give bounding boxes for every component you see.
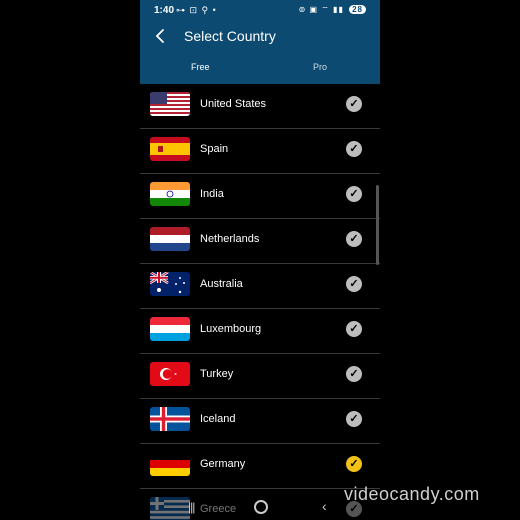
tab-pro[interactable]: Pro — [313, 62, 327, 72]
country-name: Spain — [200, 143, 229, 155]
status-time: 1:40 — [154, 5, 175, 16]
germany-flag-icon — [150, 452, 190, 476]
turkey-flag-icon — [150, 362, 190, 386]
country-row[interactable]: India ✓ — [140, 174, 380, 219]
country-row[interactable]: Germany ✓ — [140, 444, 380, 489]
check-circle-icon: ✓ — [346, 186, 362, 202]
tab-free[interactable]: Free — [191, 62, 210, 72]
iceland-flag-icon — [150, 407, 190, 431]
check-circle-icon: ✓ — [346, 141, 362, 157]
country-name: India — [200, 188, 224, 200]
status-bar: 1:40 ⊶ ⊡ ⚲ • ⊚ ▣ ⌔ ▮▮ 28 — [140, 0, 380, 22]
country-name: Australia — [200, 278, 243, 290]
country-row[interactable]: Turkey ✓ — [140, 354, 380, 399]
country-name: Germany — [200, 458, 246, 470]
scrollbar[interactable] — [376, 185, 379, 265]
country-row[interactable]: Iceland ✓ — [140, 399, 380, 444]
page-title: Select Country — [184, 28, 276, 44]
app-bar: 1:40 ⊶ ⊡ ⚲ • ⊚ ▣ ⌔ ▮▮ 28 Select Country … — [140, 0, 380, 84]
country-name: Luxembourg — [200, 323, 262, 335]
country-name: Netherlands — [200, 233, 260, 245]
check-circle-icon: ✓ — [346, 231, 362, 247]
country-name: United States — [200, 98, 267, 110]
country-list: United States ✓ Spain ✓ India ✓ Netherla… — [140, 84, 380, 520]
spain-flag-icon — [150, 137, 190, 161]
india-flag-icon — [150, 182, 190, 206]
home-icon[interactable] — [254, 500, 268, 514]
check-circle-icon: ✓ — [346, 366, 362, 382]
watermark: videocandy.com — [344, 484, 480, 504]
country-row[interactable]: Luxembourg ✓ — [140, 309, 380, 354]
netherlands-flag-icon — [150, 227, 190, 251]
nav-back-icon[interactable]: ‹ — [322, 498, 327, 514]
notification-icons: ⊶ ⊡ ⚲ • — [176, 5, 217, 15]
battery-badge: 28 — [349, 5, 366, 14]
phone-screen: 1:40 ⊶ ⊡ ⚲ • ⊚ ▣ ⌔ ▮▮ 28 Select Country … — [140, 0, 380, 520]
check-circle-icon: ✓ — [346, 96, 362, 112]
system-icons: ⊚ ▣ ⌔ ▮▮ 28 — [299, 5, 366, 15]
country-row[interactable]: Australia ✓ — [140, 264, 380, 309]
recent-apps-icon[interactable]: ||| — [188, 500, 195, 514]
check-circle-icon: ✓ — [346, 321, 362, 337]
luxembourg-flag-icon — [150, 317, 190, 341]
check-circle-icon: ✓ — [346, 411, 362, 427]
country-row[interactable]: Spain ✓ — [140, 129, 380, 174]
check-circle-icon: ✓ — [346, 276, 362, 292]
signal-icons: ⊚ ▣ ⌔ ▮▮ — [298, 5, 344, 14]
selected-check-icon: ✓ — [346, 456, 362, 472]
country-row[interactable]: Netherlands ✓ — [140, 219, 380, 264]
country-name: Iceland — [200, 413, 236, 425]
australia-flag-icon — [150, 272, 190, 296]
us-flag-icon — [150, 92, 190, 116]
country-name: Turkey — [200, 368, 234, 380]
country-row[interactable]: United States ✓ — [140, 84, 380, 129]
back-arrow-icon[interactable] — [152, 27, 170, 45]
